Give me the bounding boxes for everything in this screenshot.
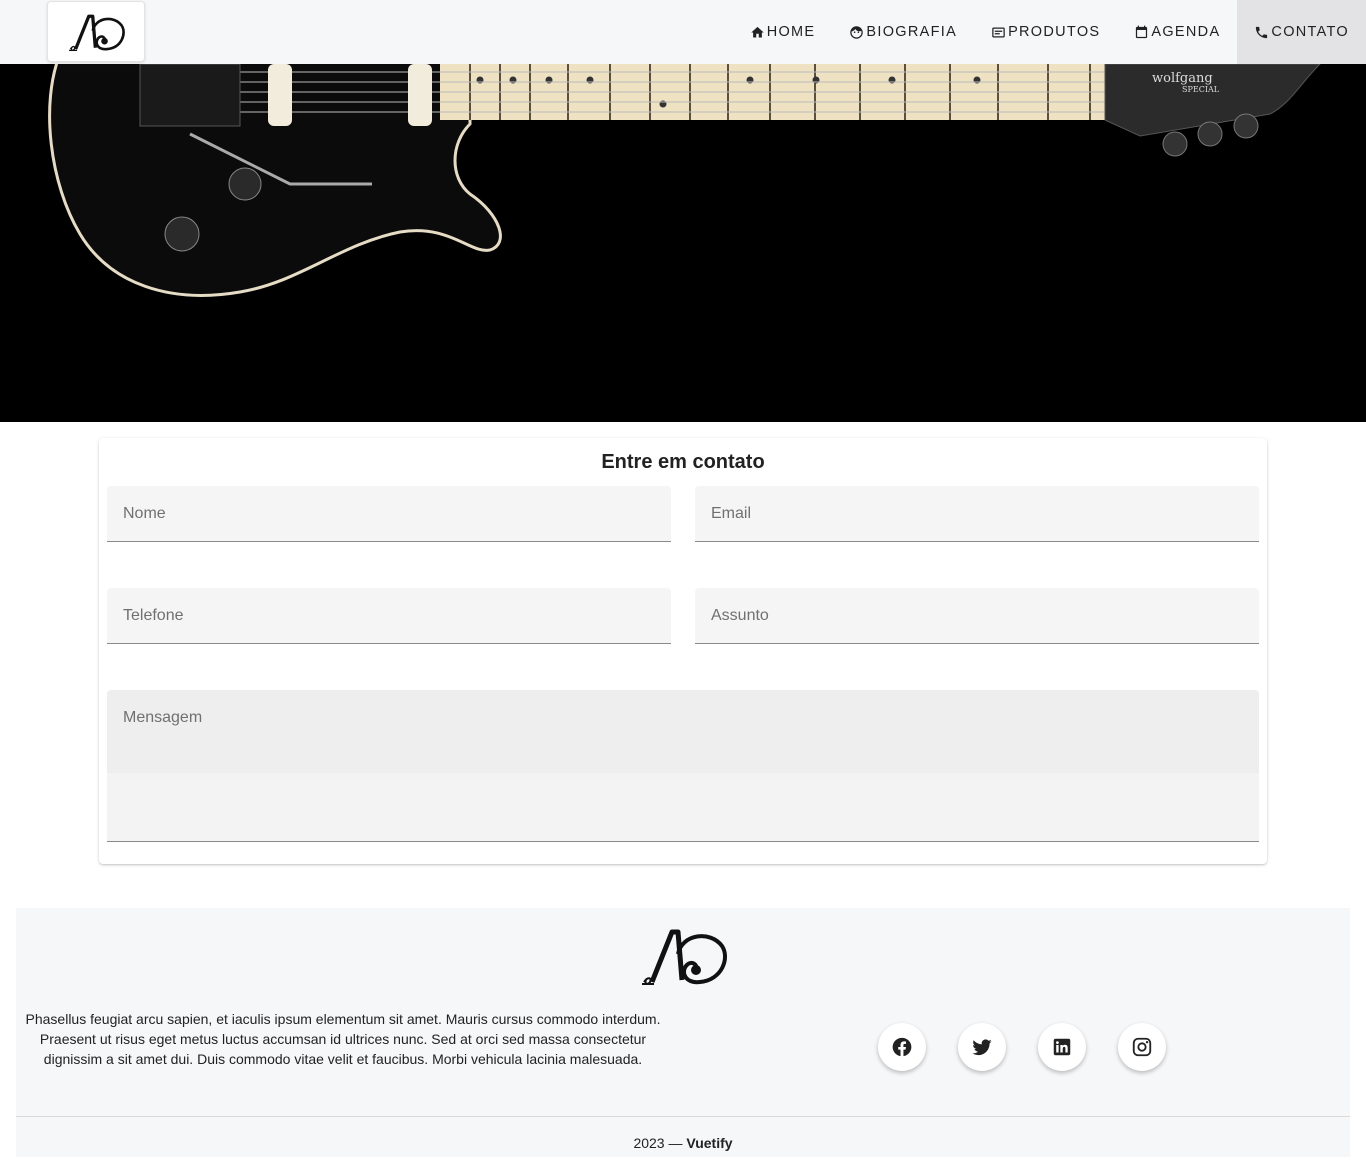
nav-item-label: CONTATO <box>1271 24 1349 40</box>
email-field[interactable]: Email <box>695 486 1259 542</box>
guitar-image: wolfgang SPECIAL <box>48 64 1321 297</box>
nome-field[interactable]: Nome <box>107 486 671 542</box>
headstock-brand: wolfgang <box>1152 71 1213 86</box>
instagram-icon <box>1132 1037 1152 1057</box>
nav-item-label: AGENDA <box>1151 24 1221 40</box>
copyright-year: 2023 — <box>633 1135 687 1151</box>
nav-item-label: HOME <box>766 24 816 40</box>
footer-logo <box>642 929 728 985</box>
nome-label: Nome <box>123 505 166 522</box>
phone-icon <box>1256 26 1268 38</box>
brand-logo <box>69 14 125 51</box>
mensagem-textarea[interactable]: Mensagem <box>107 690 1259 842</box>
social-links <box>878 1023 1166 1071</box>
assunto-label: Assunto <box>711 607 769 624</box>
nav-item-label: BIOGRAFIA <box>866 24 958 40</box>
calendar-icon <box>1136 25 1148 38</box>
telefone-field[interactable]: Telefone <box>107 588 671 644</box>
nav-item-agenda[interactable]: AGENDA <box>1117 0 1237 64</box>
mensagem-label: Mensagem <box>123 709 203 726</box>
nav-item-label: PRODUTOS <box>1008 24 1101 40</box>
email-label: Email <box>711 505 752 522</box>
textarea-body <box>107 773 1259 841</box>
footer-description: Phasellus feugiat arcu sapien, et iaculi… <box>25 1011 661 1067</box>
main-nav: HOME BIOGRAFIA PRODUTOS AGENDA CONTATO <box>733 0 1366 64</box>
facebook-icon <box>892 1037 912 1057</box>
footer: Phasellus feugiat arcu sapien, et iaculi… <box>16 908 1350 1157</box>
copyright: 2023 — Vuetify <box>16 1135 1350 1151</box>
nav-item-contato[interactable]: CONTATO <box>1237 0 1366 64</box>
face-icon <box>850 25 864 39</box>
card-icon <box>992 27 1005 37</box>
home-icon <box>750 26 764 37</box>
nav-item-produtos[interactable]: PRODUTOS <box>974 0 1117 64</box>
form-title: Entre em contato <box>601 451 765 473</box>
telefone-label: Telefone <box>123 607 184 624</box>
logo-button[interactable] <box>47 1 145 62</box>
contact-form-card: Entre em contato Nome Email Telefone Ass… <box>99 438 1267 864</box>
app-bar: HOME BIOGRAFIA PRODUTOS AGENDA CONTATO <box>0 0 1366 64</box>
assunto-field[interactable]: Assunto <box>695 588 1259 644</box>
hero-banner: wolfgang SPECIAL <box>0 64 1366 422</box>
twitter-icon <box>972 1039 992 1056</box>
linkedin-icon <box>1053 1038 1071 1056</box>
twitter-button[interactable] <box>958 1023 1006 1071</box>
headstock-model: SPECIAL <box>1182 85 1220 94</box>
linkedin-button[interactable] <box>1038 1023 1086 1071</box>
copyright-brand: Vuetify <box>686 1135 733 1151</box>
instagram-button[interactable] <box>1118 1023 1166 1071</box>
facebook-button[interactable] <box>878 1023 926 1071</box>
footer-divider <box>16 1116 1350 1117</box>
nav-item-biografia[interactable]: BIOGRAFIA <box>832 0 974 64</box>
nav-item-home[interactable]: HOME <box>733 0 833 64</box>
